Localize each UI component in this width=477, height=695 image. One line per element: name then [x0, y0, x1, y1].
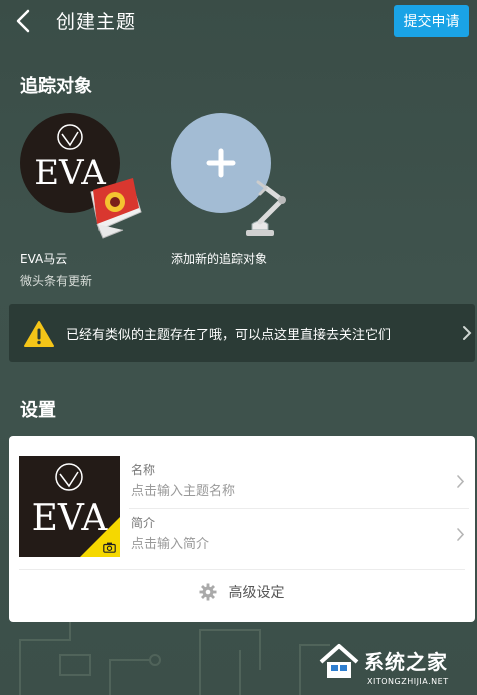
chevron-left-icon[interactable]: [12, 8, 36, 34]
topic-intro-field[interactable]: 简介 点击输入简介: [129, 508, 469, 560]
similar-topic-notice[interactable]: 已经有类似的主题存在了哦，可以点这里直接去关注它们: [9, 304, 475, 362]
topic-cover-image[interactable]: EVA: [19, 456, 120, 557]
eva-logo-icon: [55, 463, 83, 491]
intro-label: 简介: [131, 516, 156, 530]
robot-arm-icon: [246, 180, 286, 236]
advanced-settings-button[interactable]: 高级设定: [9, 581, 475, 611]
target-name: EVA马云: [20, 252, 68, 266]
settings-section-title: 设置: [20, 400, 56, 421]
name-placeholder: 点击输入主题名称: [131, 484, 236, 499]
page-title: 创建主题: [56, 11, 137, 33]
eva-logo-icon: [57, 124, 83, 150]
intro-placeholder: 点击输入简介: [131, 537, 210, 552]
notice-text: 已经有类似的主题存在了哦，可以点这里直接去关注它们: [66, 328, 392, 343]
add-target-label: 添加新的追踪对象: [171, 252, 268, 266]
settings-card: EVA 名称 点击输入主题名称 简介 点击输入简介 高级设定: [9, 436, 475, 622]
watermark-url: XITONGZHIJIA.NET: [367, 677, 449, 686]
divider: [19, 569, 465, 570]
watermark-text: 系统之家: [364, 650, 448, 674]
site-watermark: 系统之家 XITONGZHIJIA.NET: [317, 642, 475, 694]
advanced-settings-label: 高级设定: [228, 584, 285, 601]
chevron-right-icon: [463, 326, 472, 340]
header-bar: 创建主题 提交申请: [0, 0, 477, 46]
target-update-status: 微头条有更新: [20, 274, 93, 288]
submit-application-button[interactable]: 提交申请: [394, 5, 469, 37]
chevron-right-icon: [457, 528, 465, 541]
book-bot-badge-icon: [90, 178, 142, 239]
warning-icon: [24, 321, 54, 347]
gear-icon: [199, 583, 217, 600]
camera-icon[interactable]: [103, 542, 116, 553]
chevron-right-icon: [457, 475, 465, 488]
name-label: 名称: [131, 463, 156, 477]
topic-name-field[interactable]: 名称 点击输入主题名称: [129, 456, 469, 508]
tracking-section-title: 追踪对象: [20, 76, 92, 97]
house-logo-icon: [319, 644, 359, 678]
